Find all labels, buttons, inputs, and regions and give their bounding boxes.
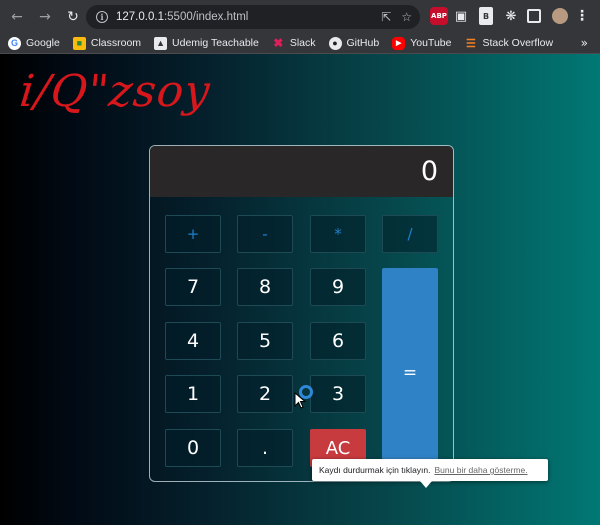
digit-6-button[interactable]: 6 (310, 322, 366, 360)
bookmark-label: Google (26, 37, 60, 49)
bookmark-star-icon[interactable]: ☆ (401, 10, 412, 24)
b-extension-icon[interactable]: B (479, 7, 493, 25)
teachable-icon: ▲ (154, 36, 168, 50)
more-bookmarks-chevron-icon[interactable]: » (581, 36, 588, 50)
calculator-display: 0 (150, 146, 453, 197)
digit-5-button[interactable]: 5 (237, 322, 293, 360)
multiply-button[interactable]: * (310, 215, 366, 253)
bookmarks-bar: G Google ■ Classroom ▲ Udemig Teachable … (0, 33, 600, 54)
stackoverflow-icon: ☰ (466, 37, 476, 50)
click-indicator-icon (299, 385, 313, 399)
github-icon: ● (328, 36, 342, 50)
add-button[interactable]: + (165, 215, 221, 253)
subtract-button[interactable]: - (237, 215, 293, 253)
dont-show-again-link[interactable]: Bunu bir daha gösterme. (435, 465, 528, 475)
bookmark-github[interactable]: ● GitHub (328, 36, 380, 50)
bookmark-stackoverflow[interactable]: ☰ Stack Overflow (464, 37, 553, 50)
decimal-button[interactable]: . (237, 429, 293, 467)
google-icon: G (8, 36, 21, 50)
bookmark-label: GitHub (346, 37, 380, 49)
bookmark-youtube[interactable]: ▶ YouTube (392, 36, 452, 50)
digit-9-button[interactable]: 9 (310, 268, 366, 306)
divide-button[interactable]: / (382, 215, 438, 253)
digit-8-button[interactable]: 8 (237, 268, 293, 306)
page-viewport: i/Q"zsoy 0 + - * / 7 8 9 4 5 6 1 2 3 0 .… (0, 54, 600, 525)
url-path: :5500/index.html (163, 11, 249, 23)
bookmark-teachable[interactable]: ▲ Udemig Teachable (154, 36, 259, 50)
bookmark-label: YouTube (410, 37, 452, 49)
back-arrow-icon[interactable]: ← (6, 6, 28, 28)
profile-avatar[interactable] (552, 8, 568, 24)
bookmark-label: Classroom (90, 37, 142, 49)
display-value: 0 (420, 156, 438, 187)
digit-0-button[interactable]: 0 (165, 429, 221, 467)
youtube-icon: ▶ (392, 36, 406, 50)
site-logo: i/Q"zsoy (17, 66, 214, 117)
adblock-extension-icon[interactable]: ABP (430, 7, 448, 25)
bookmark-google[interactable]: G Google (8, 36, 60, 50)
bookmark-label: Stack Overflow (482, 37, 554, 49)
tooltip-arrow (420, 481, 432, 488)
digit-3-button[interactable]: 3 (310, 375, 366, 413)
extensions-puzzle-icon[interactable]: ❋ (503, 7, 519, 25)
side-panel-icon[interactable] (527, 9, 541, 23)
share-icon[interactable]: ⇱ (381, 10, 391, 24)
url-host: 127.0.0.1 (116, 11, 164, 23)
tooltip-text: Kaydı durdurmak için tıklayın. (319, 465, 431, 475)
digit-2-button[interactable]: 2 (237, 375, 293, 413)
digit-1-button[interactable]: 1 (165, 375, 221, 413)
bookmark-slack[interactable]: ✖ Slack (272, 36, 316, 50)
url-text[interactable]: 127.0.0.1:5500/index.html (116, 11, 248, 23)
digit-7-button[interactable]: 7 (165, 268, 221, 306)
equals-button[interactable]: = (382, 268, 438, 478)
screen-capture-extension-icon[interactable]: ▣ (453, 7, 469, 25)
recording-tooltip[interactable]: Kaydı durdurmak için tıklayın. Bunu bir … (312, 459, 548, 481)
address-bar[interactable]: i 127.0.0.1:5500/index.html ⇱ ☆ (86, 5, 420, 29)
browser-toolbar: ← → ↻ i 127.0.0.1:5500/index.html ⇱ ☆ AB… (0, 0, 600, 33)
browser-menu-icon[interactable]: ⋮ (575, 7, 589, 25)
reload-icon[interactable]: ↻ (62, 6, 84, 28)
bookmark-label: Slack (289, 37, 316, 49)
digit-4-button[interactable]: 4 (165, 322, 221, 360)
bookmark-classroom[interactable]: ■ Classroom (72, 36, 142, 50)
forward-arrow-icon[interactable]: → (34, 6, 56, 28)
site-info-icon[interactable]: i (96, 11, 108, 23)
classroom-icon: ■ (72, 36, 86, 50)
bookmark-label: Udemig Teachable (172, 37, 259, 49)
slack-icon: ✖ (273, 36, 284, 50)
